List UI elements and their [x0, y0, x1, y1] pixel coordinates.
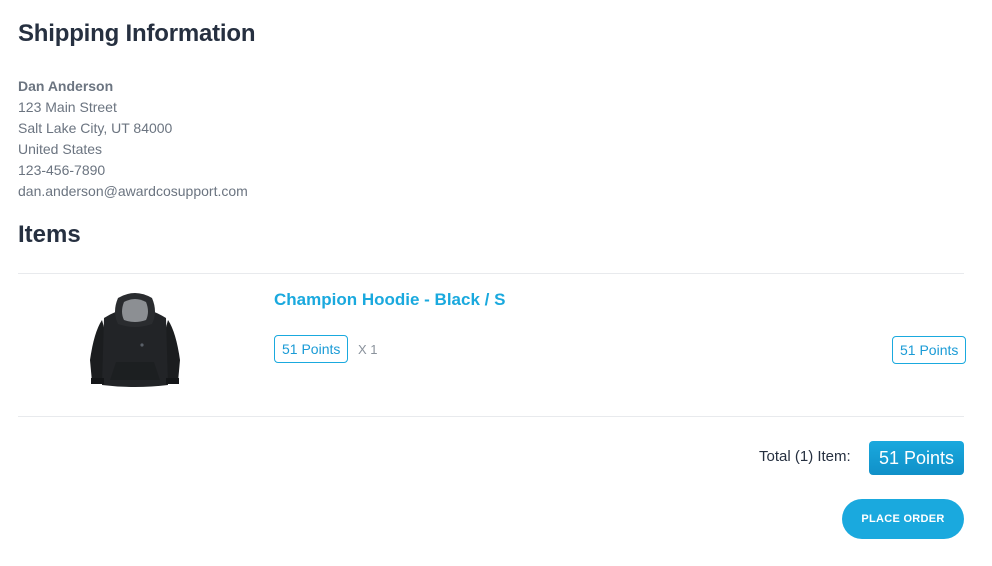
city-state-zip-line: Salt Lake City, UT 84000 [18, 120, 173, 136]
country-line: United States [18, 141, 103, 157]
divider-top [18, 273, 964, 274]
total-value-badge: 51 Points [869, 441, 964, 475]
line-total-badge: 51 Points [892, 336, 967, 364]
shipping-title: Shipping Information [18, 20, 256, 47]
items-title: Items [18, 221, 81, 248]
item-name-link[interactable]: Champion Hoodie - Black / S [274, 290, 505, 310]
place-order-button[interactable]: PLACE ORDER [842, 499, 964, 539]
email-line: dan.anderson@awardcosupport.com [18, 183, 248, 199]
total-label: Total (1) Item: [759, 448, 851, 465]
phone-line: 123-456-7890 [18, 162, 106, 178]
unit-price-badge: 51 Points [274, 335, 349, 363]
street-line: 123 Main Street [18, 99, 117, 115]
divider-bottom [18, 416, 964, 417]
shipping-address: Dan Anderson 123 Main Street Salt Lake C… [18, 76, 248, 202]
recipient-name: Dan Anderson [18, 78, 114, 94]
hoodie-image [80, 290, 190, 390]
item-quantity: X 1 [358, 342, 378, 357]
